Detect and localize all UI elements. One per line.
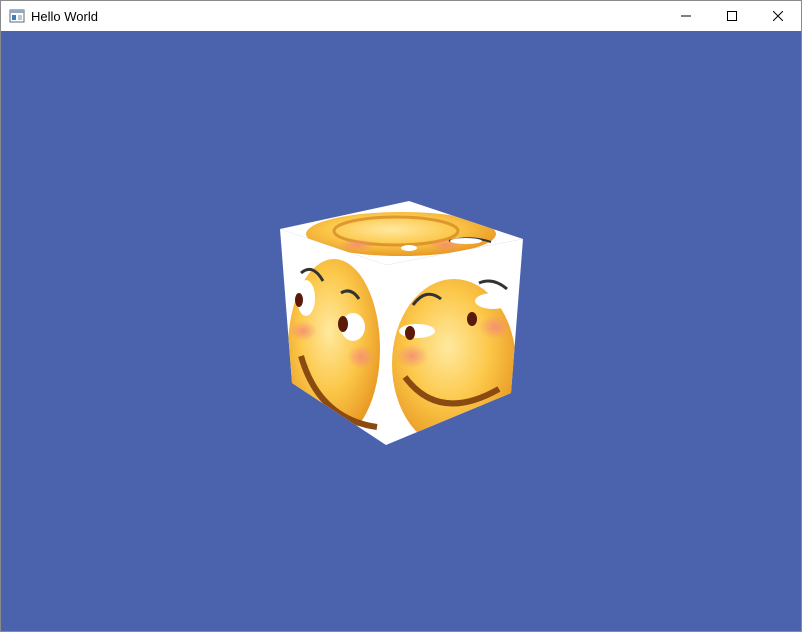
cube-left-face (280, 229, 386, 445)
close-button[interactable] (755, 1, 801, 31)
cube-right-face (386, 239, 523, 445)
window-controls (663, 1, 801, 31)
title-bar[interactable]: Hello World (1, 1, 801, 31)
minimize-button[interactable] (663, 1, 709, 31)
minimize-icon (681, 15, 691, 17)
render-viewport[interactable] (1, 31, 801, 631)
maximize-icon (727, 11, 737, 21)
app-window-icon (9, 9, 25, 23)
window-title: Hello World (31, 8, 98, 24)
close-icon (773, 11, 783, 21)
cube-scene (280, 201, 523, 445)
maximize-button[interactable] (709, 1, 755, 31)
app-window: Hello World (0, 0, 802, 632)
